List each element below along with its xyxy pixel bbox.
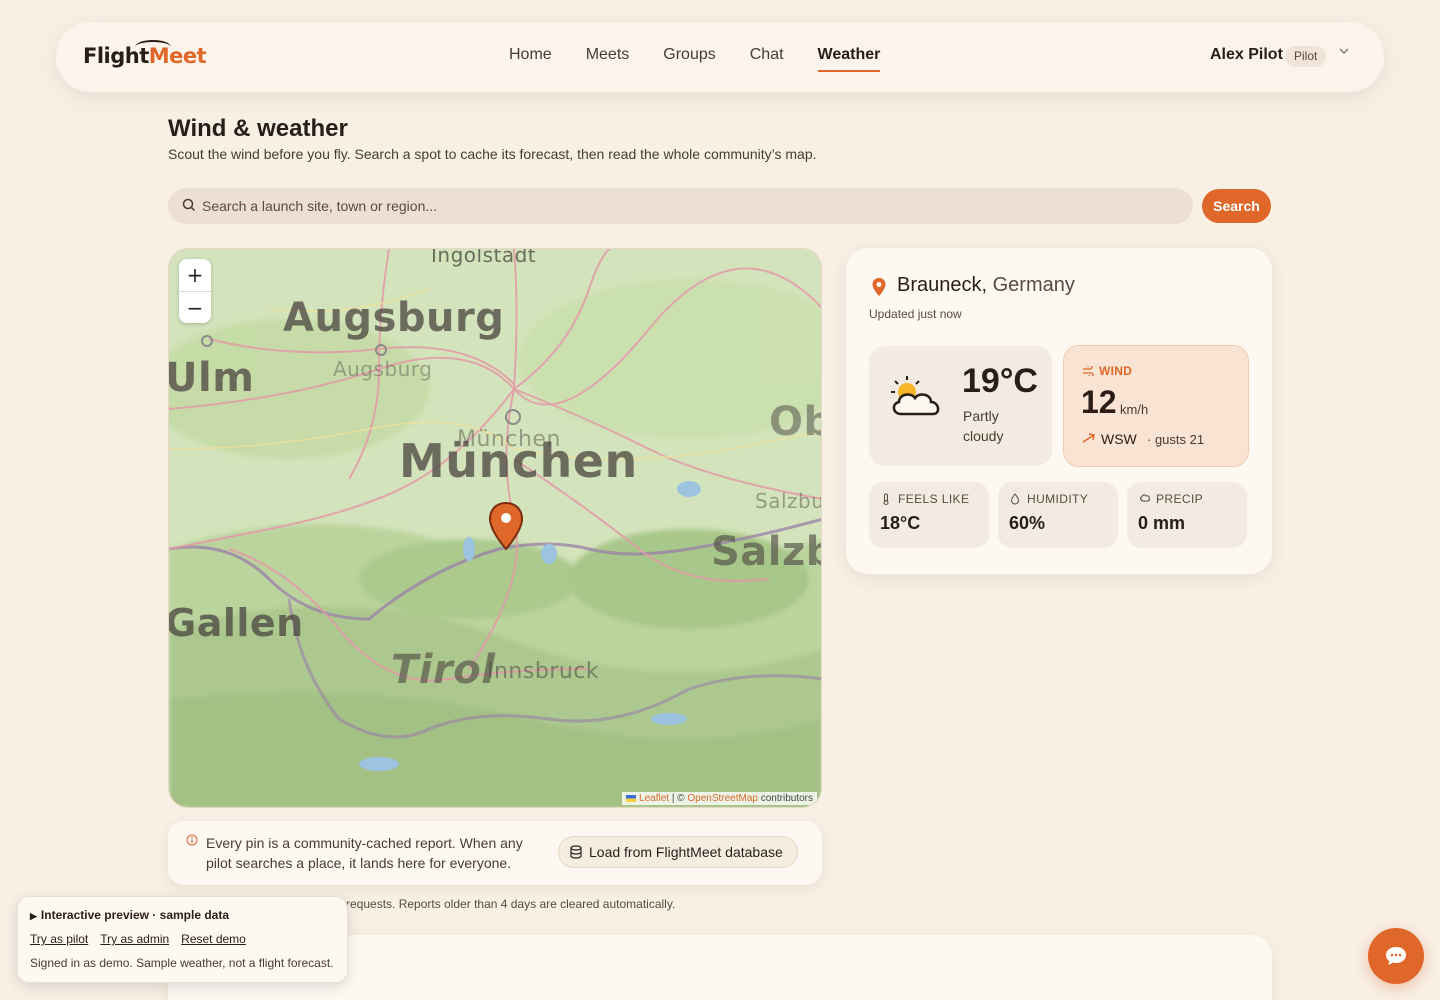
try-as-pilot-link[interactable]: Try as pilot (30, 932, 88, 946)
nav-meets[interactable]: Meets (586, 46, 630, 64)
search-icon (182, 198, 196, 212)
preview-title-text: Interactive preview · sample data (40, 908, 230, 922)
map-label-ingolstadt: Ingolstadt (431, 248, 537, 267)
map-attribution: Leaflet | © OpenStreetMap contributors (622, 792, 817, 805)
map-footnote: requests. Reports older than 4 days are … (346, 897, 676, 911)
top-navbar: FlightMeet Home Meets Groups Chat Weathe… (56, 22, 1384, 92)
location-pin-icon[interactable] (487, 501, 525, 553)
zoom-in-button[interactable]: + (179, 259, 211, 291)
wind-direction: WSW (1101, 431, 1137, 447)
map-label-ob: Ob (769, 399, 821, 445)
nav-groups[interactable]: Groups (663, 46, 715, 64)
wind-speed: 12 (1081, 384, 1117, 420)
preview-links: Try as pilot Try as admin Reset demo (30, 932, 258, 946)
map-label-munchen: München (399, 434, 638, 488)
try-as-admin-link[interactable]: Try as admin (100, 932, 169, 946)
zoom-controls: + − (179, 259, 211, 323)
ukraine-flag-icon (626, 794, 637, 802)
precip-tile: PRECIP 0 mm (1127, 482, 1247, 548)
humidity-tile: HUMIDITY 60% (998, 482, 1118, 548)
map-pin-icon (872, 278, 886, 296)
wind-direction-arrow-icon (1082, 433, 1095, 443)
map-label-salzburg-small: Salzbu (755, 489, 822, 513)
weather-card: Brauneck, Germany Updated just now 19°C … (846, 248, 1272, 574)
partly-cloudy-icon (891, 376, 940, 416)
condition-text: Partly cloudy (963, 408, 1004, 444)
load-database-button[interactable]: Load from FlightMeet database (558, 836, 798, 868)
weather-map[interactable]: Ingolstadt Augsburg Augsburg Ulm München… (168, 248, 822, 808)
location-city: Brauneck (897, 274, 982, 296)
preview-note: Signed in as demo. Sample weather, not a… (30, 956, 334, 970)
map-label-gallen: Gallen (168, 601, 304, 645)
map-label-salzburg: Salzb (711, 529, 821, 575)
map-info-note: Every pin is a community-cached report. … (168, 821, 822, 885)
reset-demo-link[interactable]: Reset demo (181, 932, 246, 946)
chat-bubble-icon (1386, 947, 1406, 965)
map-label-tirol: Tirol (391, 647, 496, 693)
wind-unit: km/h (1120, 402, 1149, 417)
feels-like-tile: FEELS LIKE 18°C (869, 482, 989, 548)
main-nav: Home Meets Groups Chat Weather (509, 46, 914, 72)
nav-weather[interactable]: Weather (817, 46, 880, 72)
search-button[interactable]: Search (1202, 189, 1271, 223)
chat-button[interactable] (1368, 928, 1424, 984)
preview-title[interactable]: ▶ Interactive preview · sample data (30, 908, 229, 922)
droplet-icon (1010, 493, 1020, 505)
feels-like-value: 18°C (880, 513, 921, 533)
expand-triangle-icon: ▶ (30, 911, 37, 921)
leaflet-link[interactable]: Leaflet (639, 793, 669, 804)
attribution-separator: | © (669, 793, 688, 804)
attribution-suffix: contributors (757, 793, 813, 804)
search-bar (168, 188, 1193, 224)
logo-arc-icon (135, 40, 171, 54)
precip-value: 0 mm (1138, 513, 1186, 533)
load-database-label: Load from FlightMeet database (589, 844, 783, 860)
map-note-text: Every pin is a community-cached report. … (206, 835, 523, 871)
user-name[interactable]: Alex Pilot (1210, 46, 1283, 64)
database-icon (570, 845, 582, 859)
nav-chat[interactable]: Chat (750, 46, 784, 64)
temperature-tile: 19°C Partly cloudy (869, 346, 1052, 466)
role-badge: Pilot (1285, 46, 1327, 67)
user-menu-chevron-down-icon[interactable] (1338, 45, 1350, 61)
precip-label: PRECIP (1156, 492, 1204, 506)
map-label-augsburg-small: Augsburg (333, 357, 433, 381)
thermometer-icon (883, 493, 889, 505)
search-input[interactable] (202, 188, 1162, 224)
wind-icon (1083, 366, 1094, 376)
humidity-label: HUMIDITY (1027, 492, 1089, 506)
temperature-value: 19°C (962, 362, 1038, 400)
page-title: Wind & weather (168, 115, 348, 142)
preview-panel: ▶ Interactive preview · sample data Try a… (17, 896, 348, 983)
wind-tile: WIND 12 km/h WSW · gusts 21 (1063, 345, 1249, 467)
wind-label: WIND (1099, 364, 1133, 378)
nav-home[interactable]: Home (509, 46, 552, 64)
map-label-augsburg: Augsburg (283, 295, 505, 341)
updated-time: Updated just now (869, 307, 962, 321)
wind-gusts: · gusts 21 (1147, 432, 1205, 447)
location-name: Brauneck, Germany (897, 274, 1075, 296)
info-icon (186, 834, 198, 849)
location-country: Germany (992, 274, 1075, 296)
zoom-out-button[interactable]: − (179, 292, 211, 324)
flightmeet-logo[interactable]: FlightMeet (83, 40, 207, 68)
osm-link[interactable]: OpenStreetMap (687, 793, 758, 804)
map-label-innsbruck: Innsbruck (487, 659, 600, 684)
humidity-value: 60% (1009, 513, 1046, 533)
rain-cloud-icon (1140, 494, 1150, 502)
page-subtitle: Scout the wind before you fly. Search a … (168, 146, 817, 162)
feels-like-label: FEELS LIKE (898, 492, 970, 506)
map-label-ulm: Ulm (168, 355, 255, 401)
